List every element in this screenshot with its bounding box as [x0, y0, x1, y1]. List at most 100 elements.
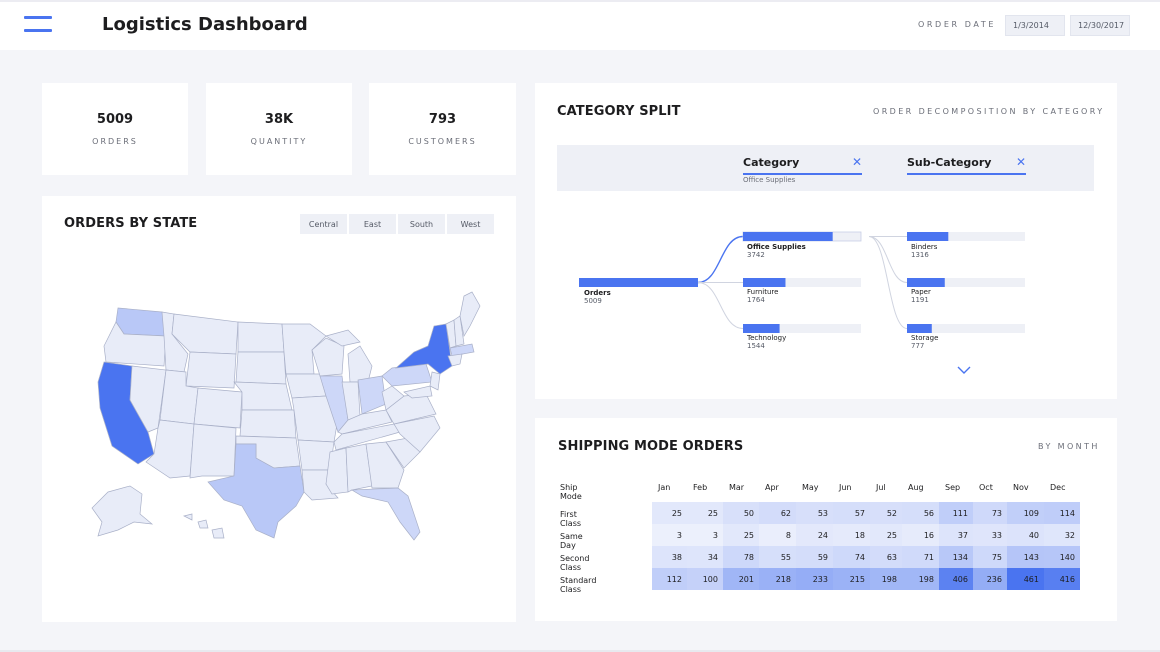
- tree-node-value: 5009: [584, 297, 602, 305]
- menu-icon[interactable]: [24, 16, 52, 32]
- heatmap-cell[interactable]: 198: [870, 568, 902, 590]
- shipping-mode-card: SHIPPING MODE ORDERS BY MONTH Ship Mode …: [535, 418, 1117, 621]
- tree-node-root[interactable]: Orders 5009: [584, 289, 611, 305]
- heatmap-cell[interactable]: 25: [652, 502, 687, 524]
- heatmap-cell[interactable]: 25: [723, 524, 759, 546]
- order-date-start-input[interactable]: 1/3/2014: [1005, 15, 1065, 36]
- heatmap-cell[interactable]: 112: [652, 568, 687, 590]
- heatmap-cell[interactable]: 218: [759, 568, 796, 590]
- us-state-map[interactable]: [42, 196, 516, 622]
- heatmap-cell[interactable]: 215: [833, 568, 870, 590]
- tree-node-office-supplies[interactable]: Office Supplies 3742: [747, 243, 806, 259]
- card-title: SHIPPING MODE ORDERS: [558, 439, 744, 454]
- order-date-end-input[interactable]: 12/30/2017: [1070, 15, 1130, 36]
- heatmap-cell[interactable]: 140: [1044, 546, 1080, 568]
- heatmap-cell[interactable]: 50: [723, 502, 759, 524]
- state-south-dakota: [235, 351, 287, 385]
- kpi-label: QUANTITY: [250, 137, 308, 146]
- tree-bar-fill: [743, 278, 786, 287]
- tree-node-label: Office Supplies: [747, 243, 806, 251]
- heatmap-cell[interactable]: 3: [687, 524, 723, 546]
- heatmap-cell[interactable]: 74: [833, 546, 870, 568]
- tree-node-paper[interactable]: Paper 1191: [911, 288, 931, 304]
- heatmap-cell[interactable]: 8: [759, 524, 796, 546]
- heatmap-cell[interactable]: 16: [902, 524, 939, 546]
- card-subtitle: BY MONTH: [1038, 442, 1100, 451]
- heatmap-cell[interactable]: 198: [902, 568, 939, 590]
- tree-node-value: 1764: [747, 296, 765, 304]
- heatmap-cell[interactable]: 62: [759, 502, 796, 524]
- tree-node-label: Binders: [911, 243, 938, 251]
- heatmap-cell[interactable]: 53: [796, 502, 833, 524]
- state-alaska: [91, 485, 154, 537]
- connector-line: [697, 282, 744, 329]
- kpi-label: ORDERS: [92, 137, 138, 146]
- heatmap-row-label: First Class: [560, 510, 582, 528]
- heatmap-cell[interactable]: 56: [902, 502, 939, 524]
- heatmap-cell[interactable]: 233: [796, 568, 833, 590]
- heatmap-cell[interactable]: 236: [973, 568, 1007, 590]
- heatmap-cell[interactable]: 63: [870, 546, 902, 568]
- kpi-value: 793: [428, 112, 457, 127]
- heatmap-row-label: Same Day: [560, 532, 583, 550]
- category-split-card: CATEGORY SPLIT ORDER DECOMPOSITION BY CA…: [535, 83, 1117, 399]
- heatmap-month-header: Jun: [839, 483, 852, 492]
- heatmap-cell[interactable]: 406: [939, 568, 973, 590]
- heatmap-cell[interactable]: 114: [1044, 502, 1080, 524]
- tree-bar-fill: [907, 278, 945, 287]
- state-michigan: [347, 345, 373, 383]
- heatmap-cell[interactable]: 59: [796, 546, 833, 568]
- state-new-mexico: [189, 423, 237, 479]
- heatmap-cell[interactable]: 37: [939, 524, 973, 546]
- state-new-jersey: [429, 371, 441, 391]
- heatmap-month-header: Jul: [876, 483, 886, 492]
- tree-bar-fill: [907, 324, 932, 333]
- heatmap-cell[interactable]: 32: [1044, 524, 1080, 546]
- heatmap-cell[interactable]: 143: [1007, 546, 1044, 568]
- top-bar: Logistics Dashboard ORDER DATE 1/3/2014 …: [0, 0, 1160, 50]
- heatmap-cell[interactable]: 75: [973, 546, 1007, 568]
- heatmap-cell[interactable]: 416: [1044, 568, 1080, 590]
- heatmap-month-header: Apr: [765, 483, 779, 492]
- heatmap-cell[interactable]: 201: [723, 568, 759, 590]
- heatmap-cell[interactable]: 100: [687, 568, 723, 590]
- heatmap-cell[interactable]: 24: [796, 524, 833, 546]
- order-date-label: ORDER DATE: [918, 20, 996, 29]
- heatmap-cell[interactable]: 111: [939, 502, 973, 524]
- state-florida: [350, 487, 421, 541]
- heatmap-cell[interactable]: 18: [833, 524, 870, 546]
- heatmap-cell[interactable]: 73: [973, 502, 1007, 524]
- chevron-down-icon[interactable]: [957, 366, 971, 375]
- heatmap-month-header: Sep: [945, 483, 961, 492]
- heatmap-month-header: Nov: [1013, 483, 1029, 492]
- heatmap-cell[interactable]: 134: [939, 546, 973, 568]
- tree-bar-fill: [743, 232, 833, 241]
- heatmap-cell[interactable]: 78: [723, 546, 759, 568]
- heatmap-cell[interactable]: 461: [1007, 568, 1044, 590]
- kpi-value: 5009: [96, 112, 134, 127]
- tree-bar-fill: [907, 232, 949, 241]
- heatmap-cell[interactable]: 38: [652, 546, 687, 568]
- tree-node-label: Storage: [911, 334, 939, 342]
- tree-node-label: Furniture: [747, 288, 779, 296]
- tree-node-furniture[interactable]: Furniture 1764: [747, 288, 778, 304]
- tree-node-technology[interactable]: Technology 1544: [747, 334, 786, 350]
- heatmap-cell[interactable]: 25: [870, 524, 902, 546]
- heatmap-cell[interactable]: 34: [687, 546, 723, 568]
- heatmap-cell[interactable]: 57: [833, 502, 870, 524]
- tree-bar-root: [579, 278, 698, 287]
- heatmap-cell[interactable]: 55: [759, 546, 796, 568]
- tree-bar-fill: [743, 324, 780, 333]
- orders-by-state-card: ORDERS BY STATE Central East South West: [42, 196, 516, 622]
- heatmap-cell[interactable]: 71: [902, 546, 939, 568]
- heatmap-cell[interactable]: 52: [870, 502, 902, 524]
- heatmap-cell[interactable]: 109: [1007, 502, 1044, 524]
- page-title: Logistics Dashboard: [102, 14, 308, 35]
- tree-node-binders[interactable]: Binders 1316: [911, 243, 937, 259]
- heatmap-cell[interactable]: 25: [687, 502, 723, 524]
- heatmap-cell[interactable]: 3: [652, 524, 687, 546]
- heatmap-cell[interactable]: 40: [1007, 524, 1044, 546]
- heatmap-cell[interactable]: 33: [973, 524, 1007, 546]
- state-hawaii: [182, 513, 225, 539]
- tree-node-storage[interactable]: Storage 777: [911, 334, 938, 350]
